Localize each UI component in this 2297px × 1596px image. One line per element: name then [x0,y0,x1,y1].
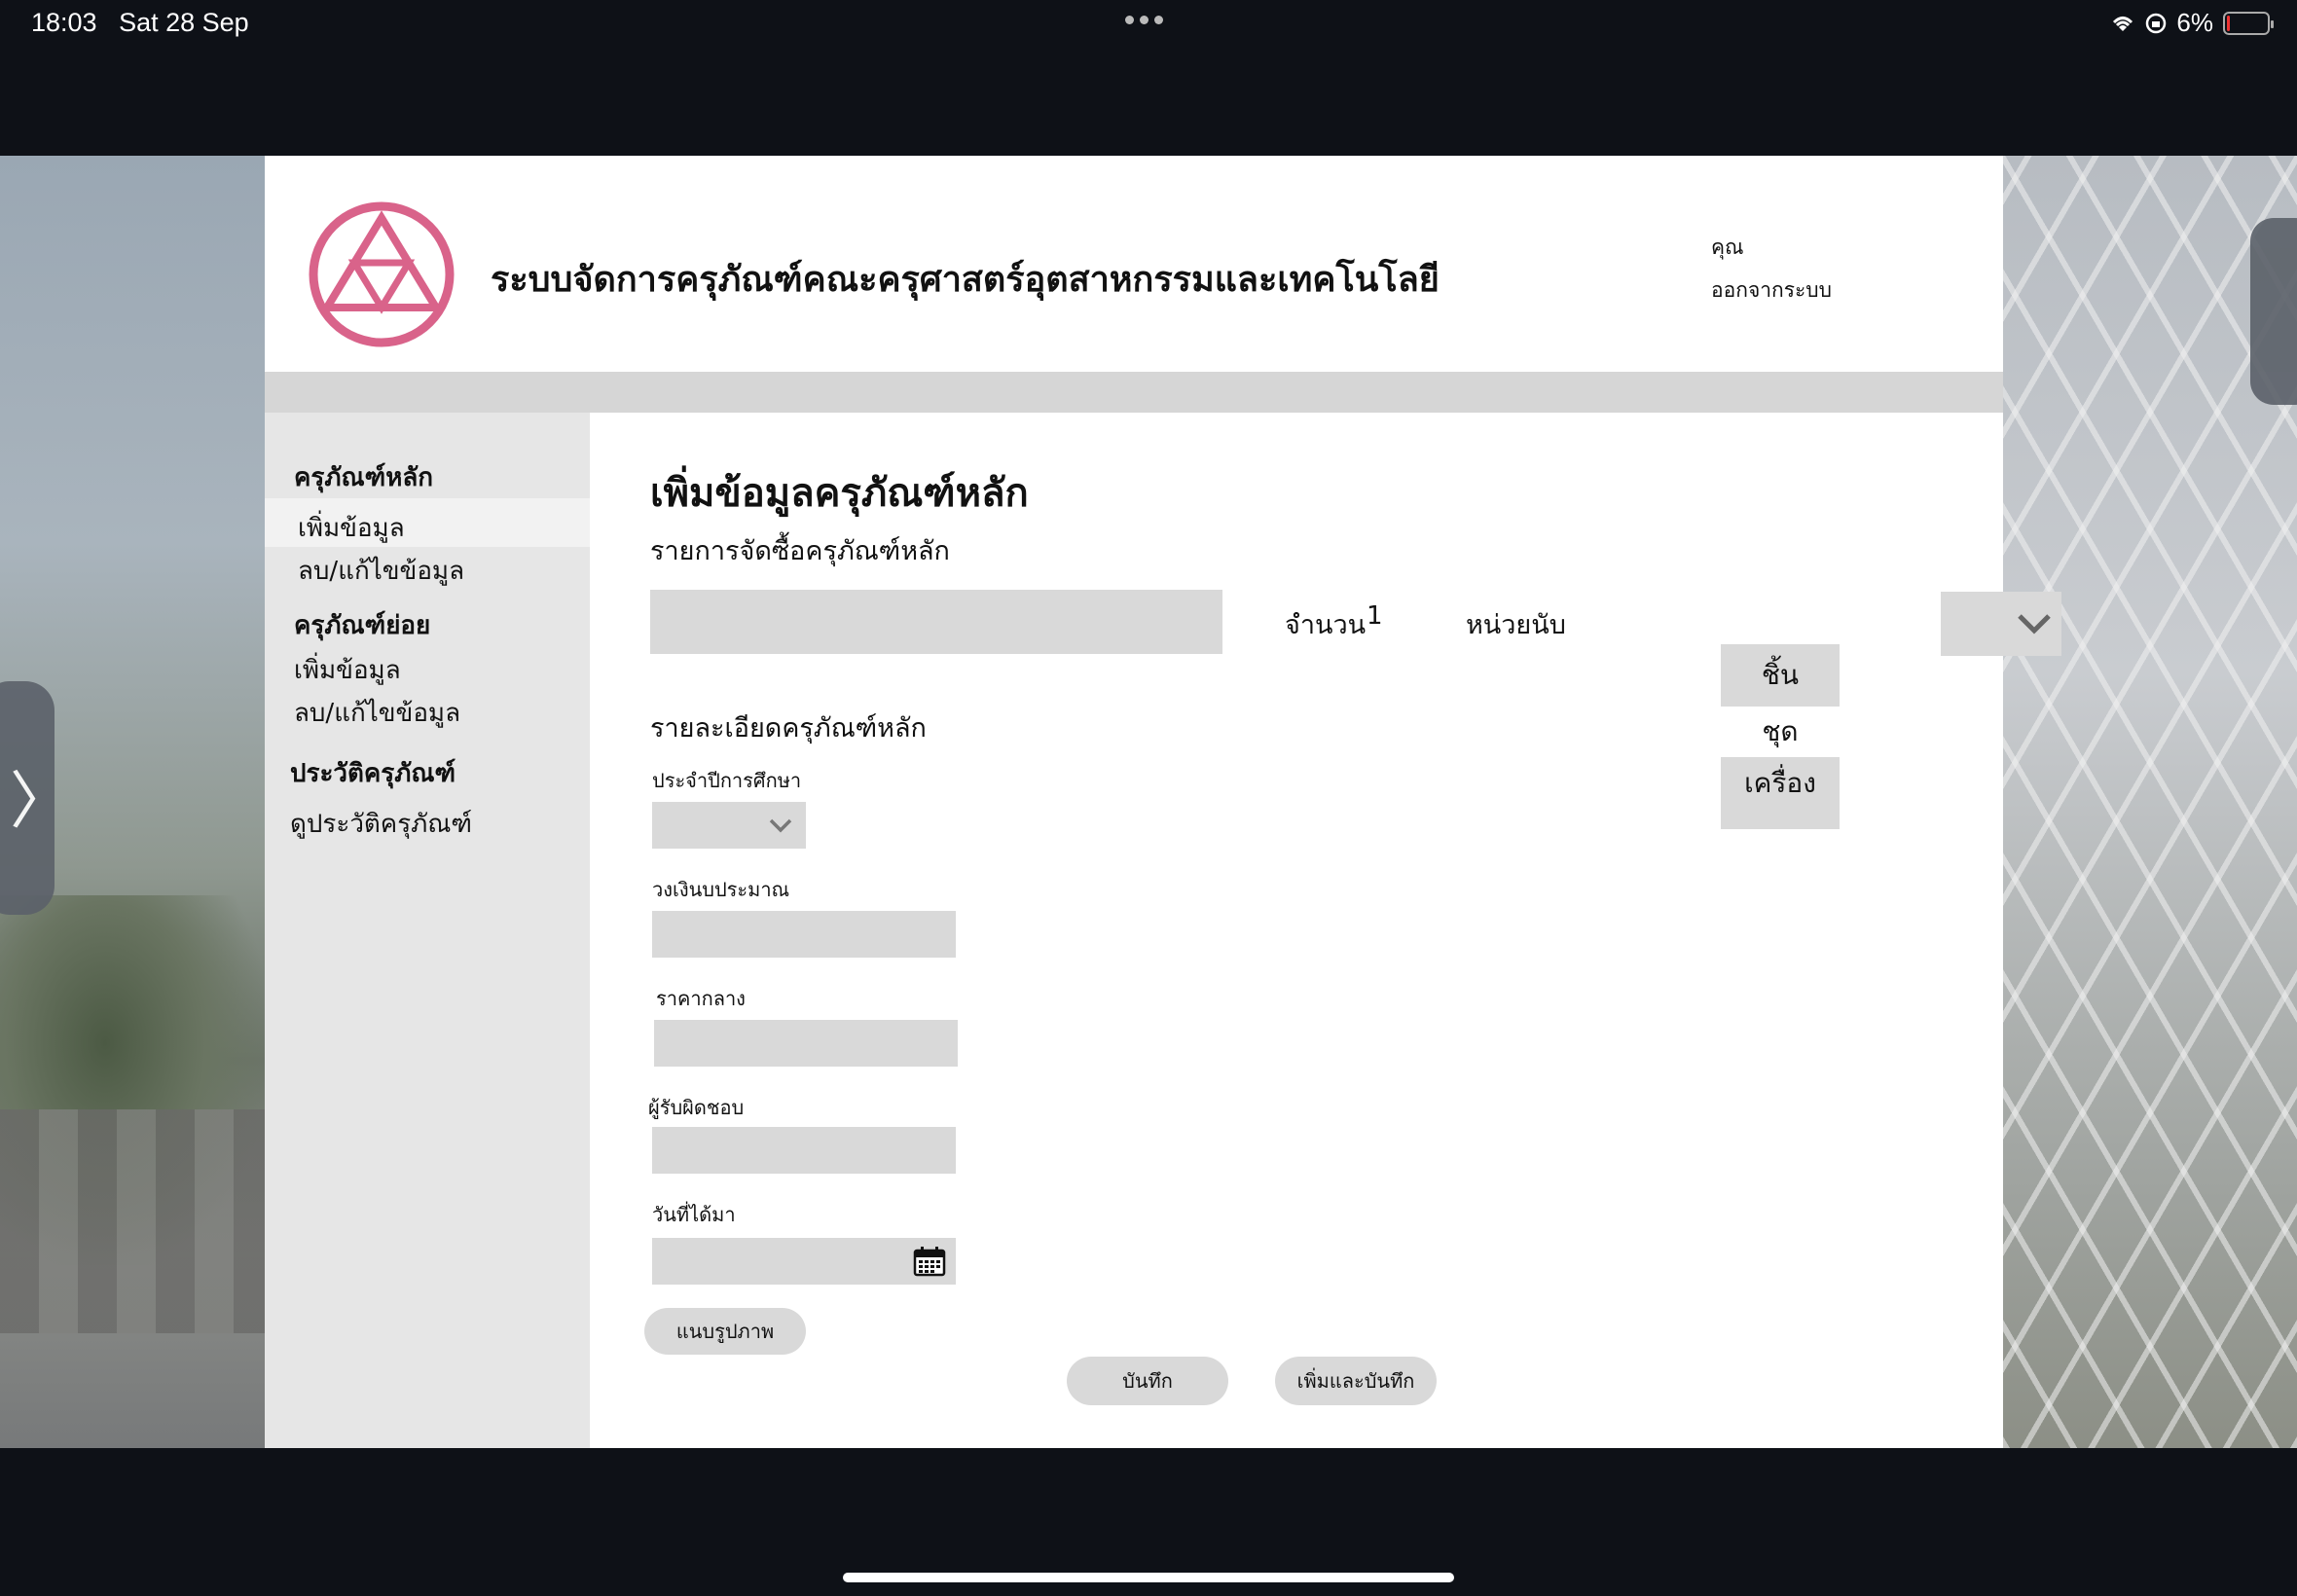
status-bar: 18:03 Sat 28 Sep 6% [0,0,2297,47]
sidebar-item-main-edit[interactable]: ลบ/แก้ไขข้อมูล [298,551,464,591]
year-select[interactable] [652,802,806,849]
unit-select[interactable] [1941,592,2061,656]
quantity-value[interactable]: 1 [1367,601,1383,631]
add-and-save-button[interactable]: เพิ่มและบันทึก [1275,1357,1437,1405]
status-time: 18:03 Sat 28 Sep [31,8,249,37]
budget-input[interactable] [652,911,956,958]
budget-field[interactable] [652,911,956,958]
date-label: วันที่ได้มา [652,1203,736,1226]
responsible-field[interactable] [652,1127,956,1174]
details-label: รายละเอียดครุภัณฑ์หลัก [650,713,927,744]
home-indicator[interactable] [843,1573,1454,1582]
chevron-left-icon: 〈 [2264,272,2297,362]
header: ระบบจัดการครุภัณฑ์คณะครุศาสตร์อุตสาหกรรม… [265,156,2003,372]
sidebar-item-view-history[interactable]: ดูประวัติครุภัณฑ์ [290,804,472,844]
user-label: คุณ [1711,236,1744,259]
sidebar-heading-main-equipment: ครุภัณฑ์หลัก [294,463,434,492]
sidebar: ครุภัณฑ์หลัก เพิ่มข้อมูล ลบ/แก้ไขข้อมูล … [265,413,590,1448]
wifi-icon [2113,16,2133,31]
sidebar-heading-sub-equipment: ครุภัณฑ์ย่อย [294,611,431,640]
multitask-dots-icon[interactable] [1125,16,1163,24]
median-price-input[interactable] [654,1020,958,1067]
app-title: ระบบจัดการครุภัณฑ์คณะครุศาสตร์อุตสาหกรรม… [491,260,1440,300]
chevron-down-icon [769,818,792,833]
purchase-field[interactable] [650,590,1222,654]
purchase-label: รายการจัดซื้อครุภัณฑ์หลัก [650,536,950,566]
page-title: เพิ่มข้อมูลครุภัณฑ์หลัก [650,471,1029,516]
chevron-down-icon [2018,614,2051,635]
save-button[interactable]: บันทึก [1067,1357,1228,1405]
date-field[interactable] [652,1238,956,1285]
median-price-field[interactable] [654,1020,958,1067]
chevron-right-icon: 〉 [10,766,72,838]
logo-icon [309,201,455,347]
sidebar-item-main-add[interactable]: เพิ่มข้อมูล [298,508,405,548]
logout-link[interactable]: ออกจากระบบ [1711,274,1832,307]
app-window: ระบบจัดการครุภัณฑ์คณะครุศาสตร์อุตสาหกรรม… [265,156,2061,1448]
sidebar-item-sub-edit[interactable]: ลบ/แก้ไขข้อมูล [294,693,460,733]
purchase-input[interactable] [650,590,1222,654]
sidebar-heading-history: ประวัติครุภัณฑ์ [290,759,456,788]
date-input[interactable] [652,1238,905,1285]
expand-left-handle[interactable]: 〉 [0,681,72,915]
orientation-lock-icon [2146,13,2167,33]
nav-band [265,372,2003,413]
responsible-input[interactable] [652,1127,956,1174]
median-price-label: ราคากลาง [656,987,746,1010]
main-form: เพิ่มข้อมูลครุภัณฑ์หลัก รายการจัดซื้อครุ… [590,413,2061,1448]
year-label: ประจำปีการศึกษา [652,769,802,792]
quantity-label: จำนวน [1285,610,1367,640]
attach-image-button[interactable]: แนบรูปภาพ [644,1308,806,1355]
expand-right-handle[interactable]: 〈 [2250,218,2297,405]
responsible-label: ผู้รับผิดชอบ [648,1096,745,1119]
unit-option-machine[interactable]: เครื่อง [1721,757,1840,829]
sidebar-item-sub-add[interactable]: เพิ่มข้อมูล [294,650,401,690]
battery-icon [2223,11,2274,35]
calendar-icon[interactable] [913,1246,946,1277]
unit-label: หน่วยนับ [1466,610,1566,640]
status-indicators: 6% [2110,8,2274,38]
budget-label: วงเงินบประมาณ [652,878,790,901]
battery-percent: 6% [2176,8,2213,37]
unit-option-piece[interactable]: ชิ้น [1721,644,1840,707]
unit-option-set[interactable]: ชุด [1721,707,1840,757]
